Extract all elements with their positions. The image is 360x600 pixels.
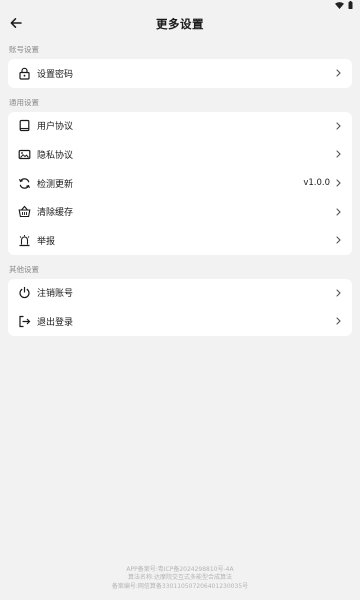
status-bar	[0, 0, 360, 11]
chevron-right-icon	[334, 235, 342, 245]
book-icon	[17, 119, 31, 133]
row-label: 清除缓存	[37, 208, 74, 219]
row-label: 举报	[37, 236, 56, 247]
row-label: 用户协议	[37, 122, 74, 133]
power-icon	[17, 286, 31, 300]
row-label: 检测更新	[37, 179, 74, 190]
row-set-password[interactable]: 设置密码	[8, 59, 352, 88]
footer-algorithm-name: 算法名称:达摩院交互式多能型合成算法	[127, 574, 233, 582]
chevron-right-icon	[334, 316, 342, 326]
report-icon	[17, 233, 31, 247]
row-user-agreement[interactable]: 用户协议	[8, 112, 352, 141]
section-label-other: 其他设置	[9, 264, 39, 274]
chevron-right-icon	[334, 121, 342, 131]
other-settings-card: 注销账号 退出登录	[8, 278, 352, 336]
logout-icon	[17, 314, 31, 328]
row-label: 退出登录	[37, 317, 74, 328]
row-clear-cache[interactable]: 清除缓存	[8, 197, 352, 226]
row-privacy-agreement[interactable]: 隐私协议	[8, 140, 352, 169]
chevron-right-icon	[334, 207, 342, 217]
wifi-icon	[335, 1, 344, 9]
row-label: 设置密码	[37, 69, 74, 80]
settings-page: 更多设置 账号设置 设置密码 通用设置 用户协议 隐私协议 检测更新 v1.0.…	[0, 0, 360, 600]
section-label-general: 通用设置	[9, 97, 39, 107]
back-button[interactable]	[6, 13, 26, 33]
row-report[interactable]: 举报	[8, 226, 352, 255]
row-delete-account[interactable]: 注销账号	[8, 279, 352, 308]
row-check-update[interactable]: 检测更新 v1.0.0	[8, 169, 352, 198]
footer-filing-info: APP备案号:粤ICP备2024298810号-4A 算法名称:达摩院交互式多能…	[0, 566, 360, 591]
basket-icon	[17, 205, 31, 219]
row-logout[interactable]: 退出登录	[8, 307, 352, 336]
row-label: 隐私协议	[37, 150, 74, 161]
chevron-right-icon	[334, 288, 342, 298]
row-label: 注销账号	[37, 289, 74, 300]
footer-algorithm-filing: 备案编号:网信算备330110507206401230035号	[111, 582, 249, 590]
version-value: v1.0.0	[303, 178, 330, 189]
chevron-right-icon	[334, 178, 342, 188]
page-title: 更多设置	[156, 17, 204, 31]
lock-icon	[17, 66, 31, 80]
refresh-icon	[17, 176, 31, 190]
image-shield-icon	[17, 147, 31, 161]
chevron-right-icon	[334, 68, 342, 78]
chevron-right-icon	[334, 149, 342, 159]
account-settings-card: 设置密码	[8, 59, 352, 88]
section-label-account: 账号设置	[9, 45, 39, 54]
app-bar: 更多设置	[0, 11, 360, 37]
arrow-left-icon	[10, 14, 22, 33]
battery-icon	[348, 1, 353, 9]
general-settings-card: 用户协议 隐私协议 检测更新 v1.0.0 清除缓存 举报	[8, 111, 352, 255]
